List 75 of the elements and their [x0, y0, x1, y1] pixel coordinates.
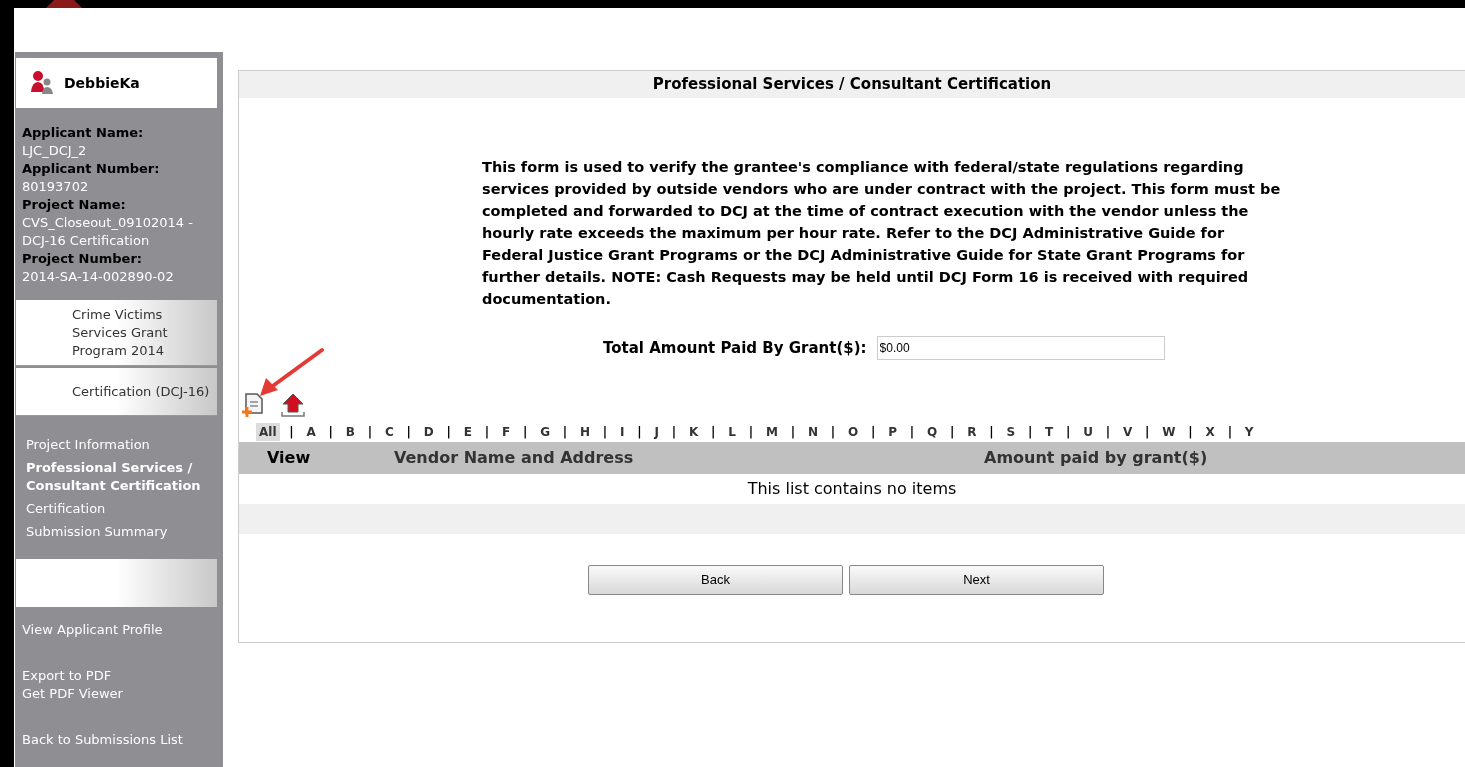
column-header: View: [266, 447, 312, 469]
separator: |: [789, 424, 797, 441]
separator: |: [1144, 424, 1151, 441]
info-label: Applicant Number:: [22, 160, 161, 178]
letter-filter[interactable]: O: [844, 423, 862, 441]
separator: |: [601, 424, 609, 441]
nav-button[interactable]: Back: [588, 565, 843, 595]
letter-filter[interactable]: P: [885, 423, 900, 441]
info-value: 2014-SA-14-002890-02: [22, 268, 175, 286]
column-header: Vendor Name and Address: [394, 447, 635, 469]
separator: |: [327, 424, 334, 441]
user-name: DebbieKa: [64, 73, 140, 93]
info-value: CVS_Closeout_09102014 - DCJ-16 Certification: [22, 214, 194, 250]
separator: |: [405, 424, 412, 441]
page-title: Professional Services / Consultant Certification: [239, 71, 1465, 98]
letter-filter[interactable]: G: [537, 423, 553, 441]
empty-message: This list contains no items: [746, 478, 958, 500]
separator: |: [288, 424, 295, 441]
separator: |: [869, 424, 877, 441]
letter-filter[interactable]: J: [651, 423, 662, 441]
letter-filter[interactable]: A: [303, 423, 319, 441]
separator: |: [561, 424, 569, 441]
separator: |: [366, 424, 374, 441]
letter-filter[interactable]: H: [577, 423, 594, 441]
letter-filter[interactable]: U: [1080, 423, 1096, 441]
program-button[interactable]: Certification (DCJ-16): [16, 368, 217, 416]
program-button[interactable]: Crime Victims Services Grant Program 2014: [16, 300, 217, 366]
separator: |: [1065, 424, 1072, 441]
info-value: 80193702: [22, 178, 90, 196]
instructions-text: This form is used to verify the grantee's compliance with federal/state regulations regarding services provided by outside vendors who are under contract with the project. This form must be completed and forwarded to DCJ at the time of contract execution with the vendor unless the hourly rate exceeds the maximum per hour rate. Refer to the DCJ Administrative Guide for Federal Justice Grant Programs or the DCJ Administrative Guide for State Grant Programs for further details. NOTE: Cash Requests may be held until DCJ Form 16 is received with required documentation.: [482, 158, 1282, 309]
letter-filter[interactable]: S: [1003, 423, 1019, 441]
separator: |: [747, 424, 755, 441]
letter-filter[interactable]: M: [762, 423, 781, 441]
info-label: Project Name:: [22, 196, 127, 214]
info-label: Applicant Name:: [22, 124, 145, 142]
letter-filter[interactable]: D: [420, 423, 437, 441]
separator: |: [636, 424, 643, 441]
separator: |: [521, 424, 529, 441]
letter-filter[interactable]: N: [804, 423, 821, 441]
info-value: LJC_DCJ_2: [22, 142, 88, 160]
letter-filter[interactable]: Y: [1241, 423, 1257, 441]
letter-filter[interactable]: All: [256, 423, 280, 441]
letter-filter[interactable]: X: [1202, 423, 1218, 441]
column-header: Amount paid by grant($): [984, 447, 1208, 469]
separator: |: [988, 424, 995, 441]
total-label: Total Amount Paid By Grant($):: [603, 337, 867, 359]
add-document-icon[interactable]: [242, 392, 266, 418]
upload-icon[interactable]: [280, 392, 306, 418]
total-field[interactable]: $0.00: [876, 336, 1165, 360]
letter-filter[interactable]: Q: [923, 423, 941, 441]
letter-filter[interactable]: V: [1120, 423, 1136, 441]
separator: |: [445, 424, 452, 441]
letter-filter[interactable]: R: [964, 423, 980, 441]
separator: |: [908, 424, 916, 441]
separator: |: [1187, 424, 1194, 441]
separator: |: [1104, 424, 1112, 441]
letter-filter[interactable]: C: [381, 423, 397, 441]
letter-filter[interactable]: E: [460, 423, 475, 441]
separator: |: [670, 424, 678, 441]
nav-button[interactable]: Next: [849, 565, 1104, 595]
info-label: Project Number:: [22, 250, 143, 268]
letter-filter[interactable]: T: [1042, 423, 1057, 441]
letter-filter[interactable]: K: [686, 423, 702, 441]
separator: |: [829, 424, 837, 441]
separator: |: [710, 424, 717, 441]
separator: |: [948, 424, 956, 441]
separator: |: [483, 424, 491, 441]
letter-filter[interactable]: F: [498, 423, 514, 441]
letter-filter[interactable]: L: [725, 423, 739, 441]
separator: |: [1226, 424, 1233, 441]
letter-filter[interactable]: B: [342, 423, 358, 441]
user-icon: [30, 70, 54, 96]
letter-filter[interactable]: I: [617, 423, 628, 441]
letter-filter[interactable]: W: [1159, 423, 1179, 441]
separator: |: [1026, 424, 1034, 441]
